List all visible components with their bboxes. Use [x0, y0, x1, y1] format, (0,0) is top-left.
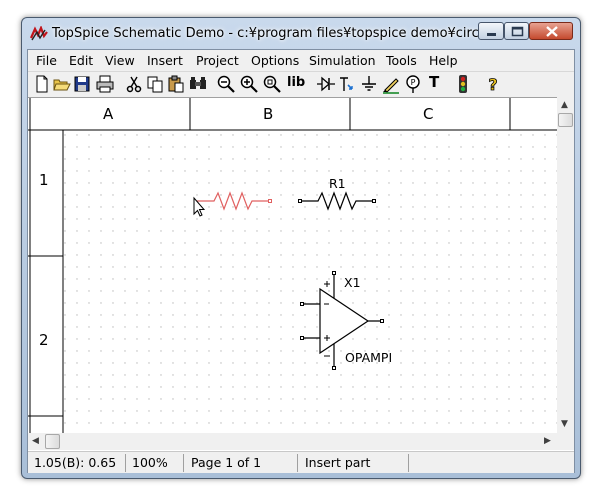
menu-insert[interactable]: Insert: [147, 53, 183, 68]
open-folder-icon[interactable]: [52, 74, 72, 94]
cut-icon[interactable]: [124, 74, 144, 94]
diode-icon[interactable]: [316, 74, 336, 94]
row-label-1: 1: [39, 171, 49, 189]
minimize-button[interactable]: [478, 22, 504, 40]
ground-icon[interactable]: [359, 74, 379, 94]
schematic-canvas[interactable]: A B C 1 2 R1 X1 OPAMPI: [28, 97, 574, 451]
svg-text:P: P: [411, 78, 416, 87]
save-icon[interactable]: [72, 74, 92, 94]
print-icon[interactable]: [95, 74, 115, 94]
paste-icon[interactable]: [166, 74, 186, 94]
grid-area: [63, 130, 557, 434]
scrollbar-corner: [557, 433, 574, 450]
new-document-icon[interactable]: [32, 74, 52, 94]
resistor-label: R1: [329, 176, 346, 191]
help-question-icon[interactable]: ?: [483, 74, 503, 95]
menu-view[interactable]: View: [105, 53, 135, 68]
opamp-ref-label: X1: [344, 275, 361, 290]
opamp-model-label: OPAMPI: [345, 350, 393, 365]
menu-options[interactable]: Options: [251, 53, 299, 68]
menu-edit[interactable]: Edit: [69, 53, 93, 68]
schematic-sheet[interactable]: [28, 98, 557, 434]
status-page: Page 1 of 1: [191, 455, 262, 470]
copy-icon[interactable]: [145, 74, 165, 94]
menu-help[interactable]: Help: [429, 53, 458, 68]
status-separator: [183, 454, 184, 472]
status-separator: [408, 454, 409, 472]
menu-tools[interactable]: Tools: [386, 53, 417, 68]
vertical-scrollbar[interactable]: ▲ ▼: [557, 97, 574, 433]
column-label-c: C: [423, 105, 434, 123]
topspice-app-icon: [30, 26, 48, 41]
status-separator: [297, 454, 298, 472]
horizontal-scroll-thumb[interactable]: [45, 434, 60, 449]
zoom-in-icon[interactable]: [239, 74, 259, 94]
client-area: File Edit View Insert Project Options Si…: [27, 49, 575, 473]
status-mode: Insert part: [305, 455, 371, 470]
scroll-right-arrow-icon[interactable]: ▶: [544, 436, 551, 446]
column-label-a: A: [103, 105, 114, 123]
status-bar: 1.05(B): 0.65 100% Page 1 of 1 Insert pa…: [28, 451, 574, 473]
app-window: TopSpice Schematic Demo - c:¥program fil…: [21, 17, 581, 479]
scroll-down-arrow-icon[interactable]: ▼: [561, 419, 568, 429]
scroll-left-arrow-icon[interactable]: ◀: [32, 436, 39, 446]
window-title: TopSpice Schematic Demo - c:¥program fil…: [52, 26, 515, 41]
status-coordinates: 1.05(B): 0.65: [34, 455, 117, 470]
minimize-icon: [487, 33, 496, 36]
svg-text:?: ?: [488, 75, 497, 94]
library-button[interactable]: lib: [287, 75, 305, 90]
status-separator: [125, 454, 126, 472]
zoom-fit-icon[interactable]: [262, 74, 282, 94]
horizontal-scrollbar[interactable]: ◀ ▶: [28, 433, 557, 450]
menu-project[interactable]: Project: [196, 53, 239, 68]
scroll-up-arrow-icon[interactable]: ▲: [561, 100, 568, 110]
maximize-icon: [511, 26, 524, 37]
close-button[interactable]: [529, 22, 573, 40]
toolbar: lib P T ?: [28, 71, 574, 96]
wire-pen-icon[interactable]: [381, 74, 401, 94]
menu-bar: File Edit View Insert Project Options Si…: [28, 50, 574, 70]
maximize-button[interactable]: [504, 22, 529, 40]
transistor-icon[interactable]: [337, 74, 357, 94]
menu-file[interactable]: File: [36, 53, 57, 68]
close-icon: [546, 26, 558, 37]
vertical-scroll-thumb[interactable]: [558, 113, 573, 127]
probe-icon[interactable]: P: [403, 74, 423, 94]
menu-simulation[interactable]: Simulation: [309, 53, 376, 68]
text-button[interactable]: T: [429, 73, 439, 91]
row-label-2: 2: [39, 331, 49, 349]
column-label-b: B: [263, 105, 274, 123]
status-zoom: 100%: [132, 455, 168, 470]
title-bar[interactable]: TopSpice Schematic Demo - c:¥program fil…: [22, 18, 580, 50]
zoom-out-icon[interactable]: [216, 74, 236, 94]
find-icon[interactable]: [188, 74, 208, 94]
traffic-light-icon[interactable]: [453, 74, 473, 94]
